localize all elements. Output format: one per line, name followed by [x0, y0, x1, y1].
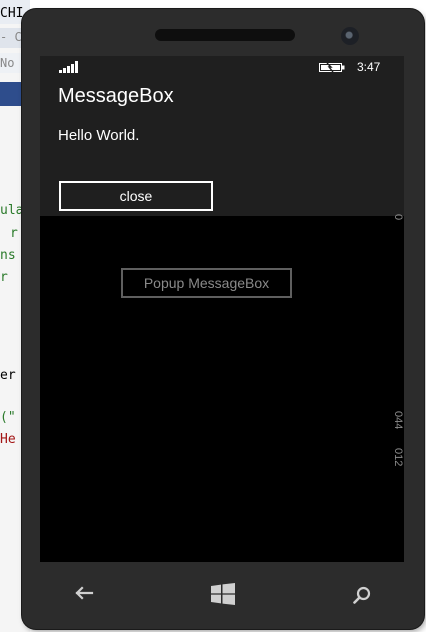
- ide-text-fragment: r: [10, 226, 18, 241]
- hardware-nav-bar: [22, 562, 424, 629]
- search-icon[interactable]: [353, 586, 371, 604]
- ide-text-fragment: r: [0, 270, 8, 285]
- frame-counter: 044: [392, 411, 404, 430]
- ide-text-fragment: No: [0, 56, 15, 70]
- ide-text-fragment: ns: [0, 248, 16, 263]
- ide-text-fragment: ula: [0, 203, 24, 218]
- windows-logo-icon[interactable]: [211, 583, 235, 605]
- frame-counter: 012: [392, 448, 404, 467]
- frame-counter-fragment: 0: [392, 214, 404, 221]
- speaker-grille: [155, 29, 295, 41]
- ide-text-fragment: CHI: [0, 6, 24, 21]
- message-box-title: MessageBox: [58, 85, 174, 107]
- popup-messagebox-button[interactable]: Popup MessageBox: [121, 268, 292, 298]
- phone-screen: 3:47 MessageBox Hello World. close Popup…: [40, 56, 404, 562]
- camera-icon: [341, 27, 359, 45]
- message-box: 3:47 MessageBox Hello World. close: [40, 56, 404, 216]
- message-box-text: Hello World.: [58, 127, 140, 144]
- close-button[interactable]: close: [59, 181, 213, 211]
- ide-text-fragment: (": [0, 410, 16, 425]
- back-arrow-icon[interactable]: [74, 586, 94, 600]
- battery-icon: [319, 62, 345, 73]
- status-time: 3:47: [357, 60, 381, 74]
- phone-emulator: 3:47 MessageBox Hello World. close Popup…: [22, 9, 424, 629]
- ide-text-fragment: er: [0, 368, 16, 383]
- signal-strength-icon: [59, 61, 81, 73]
- ide-text-fragment: He: [0, 432, 16, 447]
- status-bar: 3:47: [40, 56, 404, 78]
